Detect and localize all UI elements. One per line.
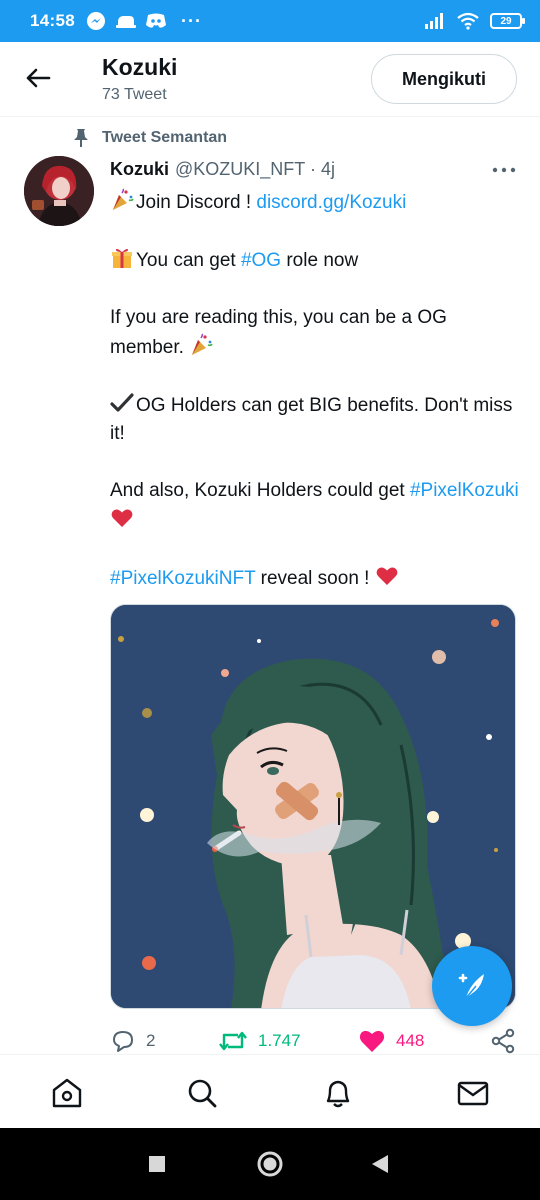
discord-icon: [145, 13, 166, 28]
nav-search[interactable]: [184, 1075, 220, 1111]
back-system-button[interactable]: [370, 1154, 390, 1179]
messenger-icon: [86, 12, 105, 30]
app-notification-icon: [115, 16, 136, 28]
reply-button[interactable]: 2: [110, 1028, 155, 1054]
home-icon: [52, 1078, 82, 1108]
discord-link[interactable]: discord.gg/Kozuki: [256, 192, 406, 213]
pinned-indicator: Tweet Semantan: [72, 128, 227, 148]
recent-apps-button[interactable]: [148, 1155, 166, 1178]
heart-icon: [359, 1030, 385, 1052]
nav-notifications[interactable]: [320, 1075, 356, 1111]
tweet-line-reading: If you are reading this, you can be a OG…: [110, 304, 520, 362]
tweet-actions: 2 1.747 448: [0, 1024, 540, 1058]
author-name[interactable]: Kozuki: [110, 159, 169, 180]
pixelkozuki-pre: And also, Kozuki Holders could get: [110, 480, 410, 501]
author-handle-time[interactable]: @KOZUKI_NFT · 4j: [175, 159, 335, 180]
status-time: 14:58: [30, 11, 75, 30]
og-post: role now: [281, 250, 359, 271]
status-system-icons: 29: [424, 12, 525, 30]
compose-tweet-button[interactable]: [432, 946, 512, 1026]
check-mark-icon: [110, 392, 134, 412]
battery-icon: 29: [490, 13, 525, 29]
red-heart-icon: [111, 509, 133, 527]
status-bar: 14:58 ··· 29: [0, 0, 540, 42]
back-button[interactable]: [22, 62, 54, 94]
battery-level: 29: [500, 15, 512, 27]
compose-icon: [458, 973, 484, 999]
bell-icon: [326, 1080, 350, 1108]
tweet-line-discord: Join Discord ! discord.gg/Kozuki: [110, 188, 520, 218]
tweet-author: Kozuki @KOZUKI_NFT · 4j: [110, 159, 335, 180]
retweet-icon: [219, 1031, 247, 1051]
circle-icon: [257, 1151, 283, 1177]
pixelkozuki-hashtag[interactable]: #PixelKozuki: [410, 480, 519, 501]
system-navigation-bar: [0, 1128, 540, 1200]
discord-text: Join Discord !: [136, 192, 257, 213]
retweet-button[interactable]: 1.747: [218, 1028, 301, 1054]
signal-icon: [425, 13, 443, 29]
tweet-text: Join Discord ! discord.gg/Kozuki You can…: [110, 188, 520, 593]
tweet-media-image[interactable]: [110, 604, 516, 1009]
like-button[interactable]: 448: [358, 1028, 424, 1054]
reply-icon: [113, 1031, 133, 1052]
party-popper-icon: [192, 332, 213, 355]
pin-icon: [74, 129, 88, 147]
avatar-image: [24, 156, 94, 226]
header-tweet-count: 73 Tweet: [102, 86, 167, 103]
og-hashtag[interactable]: #OG: [241, 250, 281, 271]
header-title: Kozuki: [102, 54, 178, 80]
mail-icon: [457, 1081, 489, 1106]
like-count: 448: [396, 1031, 425, 1050]
tweet-line-pixelkozuki: And also, Kozuki Holders could get #Pixe…: [110, 477, 520, 535]
status-more: ···: [180, 10, 202, 31]
red-heart-icon: [376, 567, 398, 585]
arrow-left-icon: [26, 68, 51, 88]
following-button[interactable]: Mengikuti: [371, 54, 517, 104]
holders-text: OG Holders can get BIG benefits. Don't m…: [110, 394, 513, 445]
tweet-line-reveal: #PixelKozukiNFT reveal soon !: [110, 564, 520, 594]
profile-header: Kozuki 73 Tweet Mengikuti: [0, 42, 540, 117]
nav-messages[interactable]: [455, 1075, 491, 1111]
pinned-label: Tweet Semantan: [102, 129, 228, 146]
retweet-count: 1.747: [258, 1031, 301, 1050]
reply-count: 2: [146, 1031, 156, 1050]
reading-text: If you are reading this, you can be a OG…: [110, 307, 447, 358]
gift-icon: [112, 248, 132, 268]
tweet-line-holders: OG Holders can get BIG benefits. Don't m…: [110, 391, 520, 449]
triangle-back-icon: [372, 1155, 388, 1173]
status-notification-icons: ···: [85, 10, 202, 32]
og-pre: You can get: [136, 250, 241, 271]
more-icon: [492, 167, 516, 173]
party-popper-icon: [113, 188, 134, 210]
share-icon: [491, 1028, 515, 1054]
search-icon: [188, 1079, 217, 1108]
nav-home[interactable]: [49, 1075, 85, 1111]
wifi-icon: [457, 12, 479, 30]
square-icon: [149, 1156, 165, 1172]
bottom-navigation: [0, 1054, 540, 1128]
avatar[interactable]: [24, 156, 94, 226]
home-system-button[interactable]: [256, 1150, 284, 1183]
pixelkozukinft-hashtag[interactable]: #PixelKozukiNFT: [110, 568, 255, 589]
tweet-more-button[interactable]: [490, 160, 518, 180]
share-button[interactable]: [490, 1028, 516, 1054]
reveal-text: reveal soon !: [255, 567, 370, 589]
tweet-line-og: You can get #OG role now: [110, 246, 520, 276]
